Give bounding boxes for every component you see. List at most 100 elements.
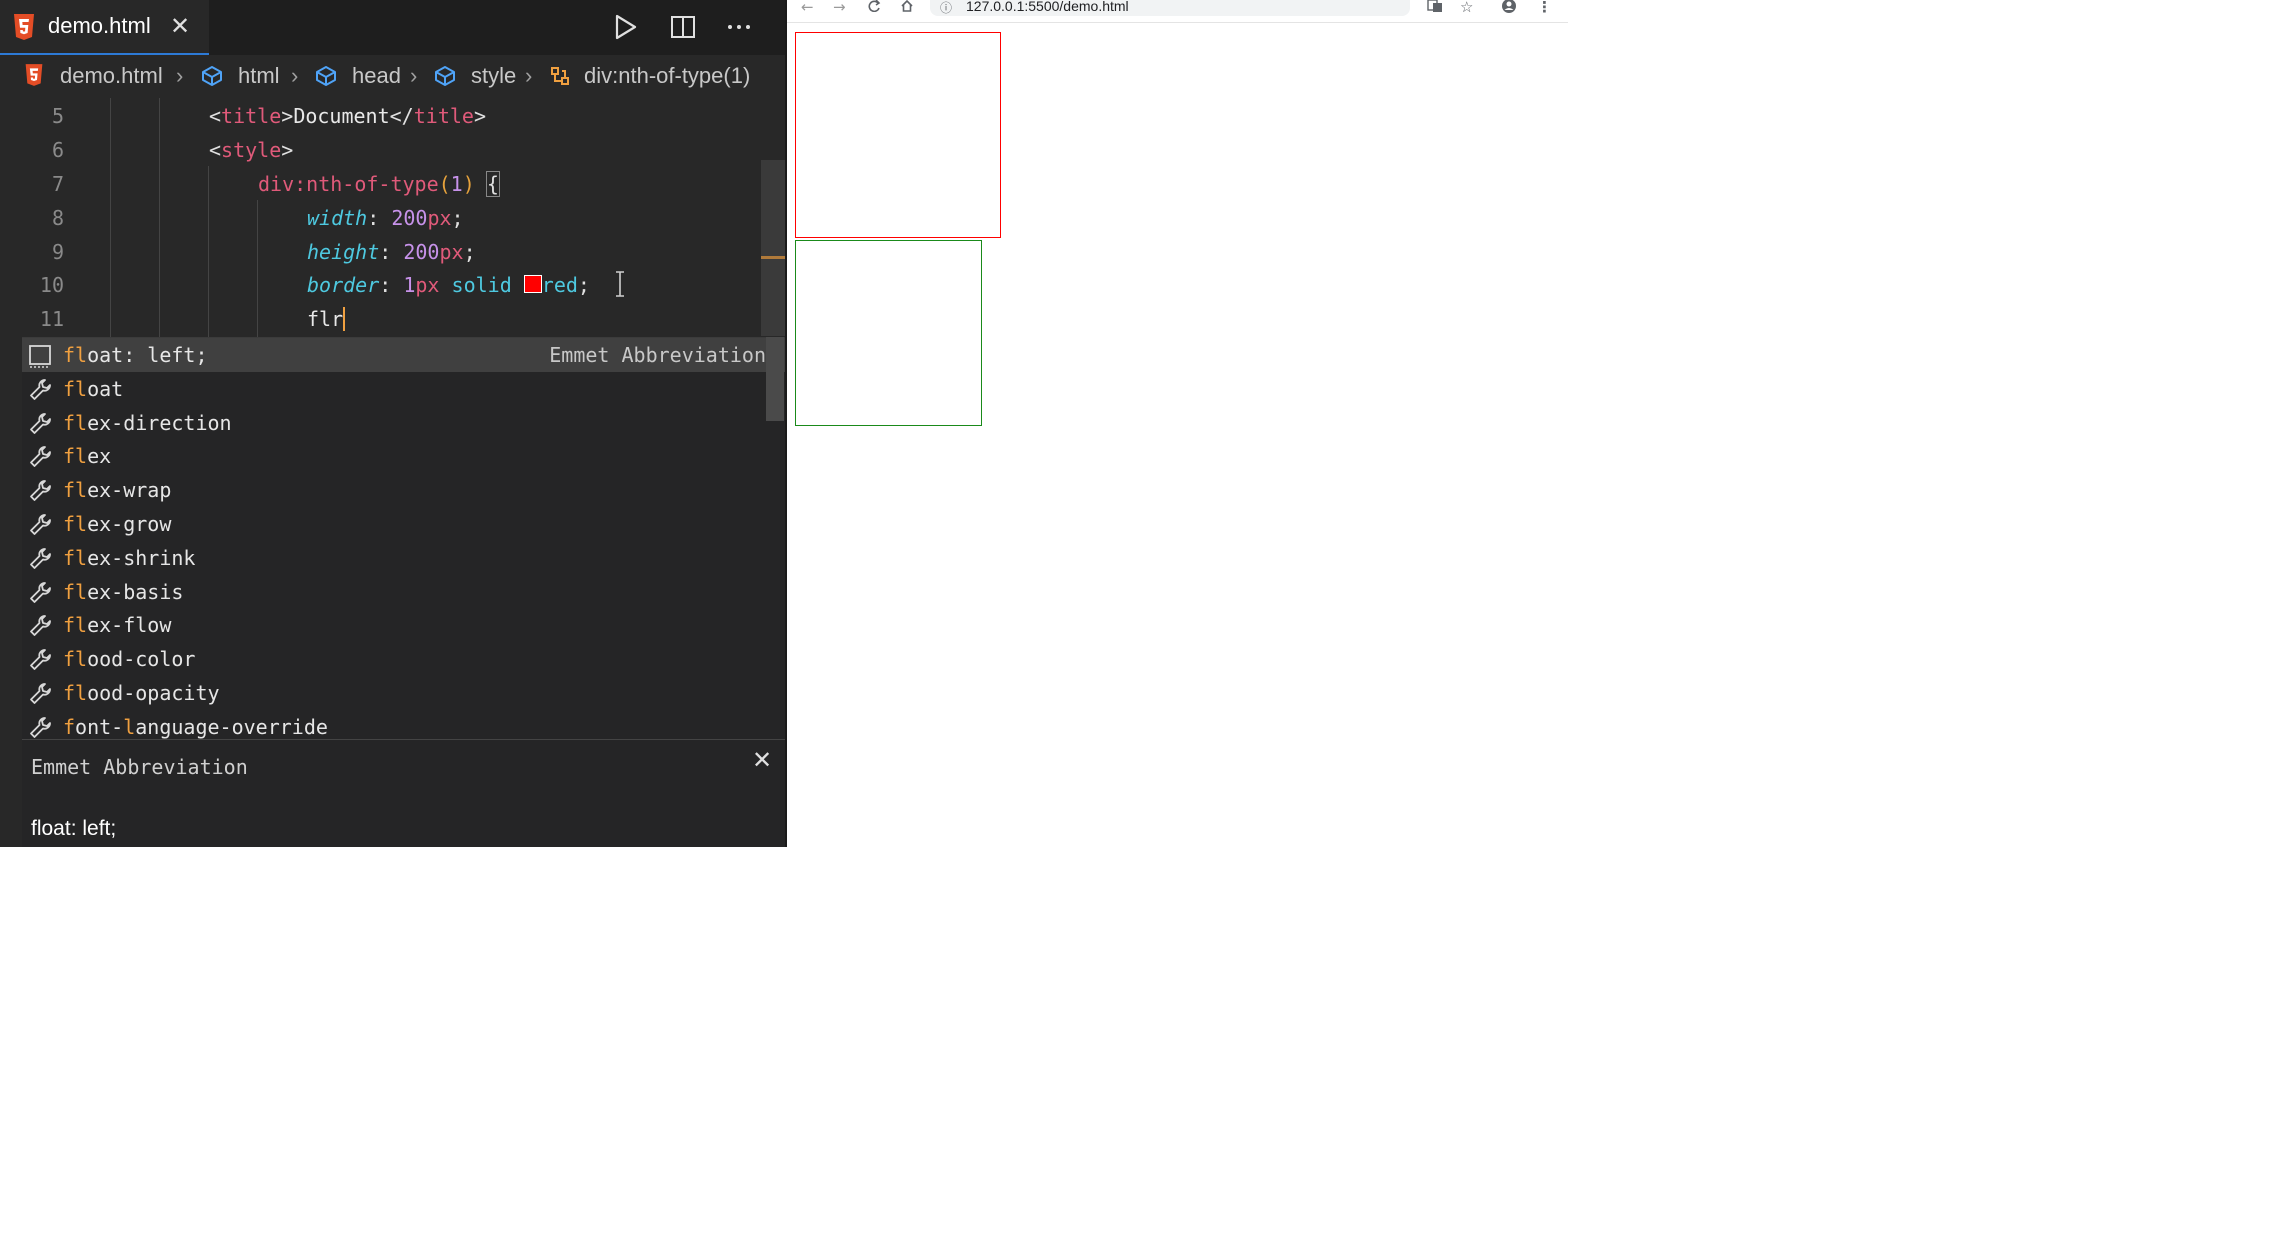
suggestion-detail: Emmet Abbreviation	[549, 343, 766, 367]
code-line-5: <title>Document</title>	[209, 104, 486, 128]
code-token: px	[439, 240, 464, 264]
home-icon[interactable]	[900, 0, 914, 12]
suggestion-label: flood-color	[63, 647, 196, 672]
close-details-icon[interactable]: ✕	[752, 746, 772, 774]
code-token: 1	[450, 172, 463, 196]
code-token: div:nth-of-type	[258, 172, 439, 196]
suggestion-item[interactable]: flex-wrap	[22, 473, 786, 507]
rendered-div-green	[795, 240, 982, 426]
suggestion-label: flex-grow	[63, 512, 172, 536]
code-area[interactable]: 5 6 7 8 9 10 11 <title>Document</title> …	[0, 98, 786, 338]
code-token: 1	[403, 273, 416, 297]
code-token: solid	[451, 273, 512, 297]
code-token: )	[462, 172, 475, 196]
code-line-9: height: 200px;	[307, 240, 476, 264]
profile-avatar-icon[interactable]	[1501, 0, 1517, 14]
breadcrumb-html[interactable]: html	[238, 63, 280, 89]
code-token: 200	[391, 206, 428, 230]
details-body: float: left;	[31, 817, 117, 840]
forward-icon[interactable]: →	[833, 0, 846, 15]
tab-demo-html[interactable]: demo.html ✕	[0, 0, 209, 55]
code-token: 200	[403, 240, 440, 264]
close-tab-icon[interactable]: ✕	[170, 14, 190, 38]
split-editor-icon[interactable]	[668, 12, 698, 42]
code-token: (	[438, 172, 451, 196]
code-token: red	[541, 273, 578, 297]
code-token: ;	[577, 273, 590, 297]
breadcrumb-selector[interactable]: div:nth-of-type(1)	[584, 63, 750, 89]
translate-icon[interactable]	[1427, 0, 1443, 12]
breadcrumb-file[interactable]: demo.html	[60, 63, 163, 89]
indent-guide	[110, 98, 111, 338]
suggestion-item[interactable]: flex-grow	[22, 507, 786, 541]
code-line-7: div:nth-of-type(1) {	[258, 171, 500, 197]
suggestion-label: flex	[63, 444, 112, 469]
suggestion-item[interactable]: flex-flow	[22, 608, 786, 642]
browser-menu-icon[interactable]: ⋮	[1537, 0, 1552, 15]
wrench-icon	[28, 512, 54, 543]
line-number: 11	[39, 307, 64, 331]
bracket-match: {	[485, 171, 500, 197]
suggestion-label: flex-shrink	[63, 545, 196, 570]
suggestion-item[interactable]: flex	[22, 439, 786, 473]
code-token: >	[473, 104, 486, 128]
browser-window: ← → ⓘ 127.0.0.1:5500/demo.html ☆ ⋮	[787, 0, 1568, 847]
bookmark-star-icon[interactable]: ☆	[1460, 0, 1473, 15]
code-line-10: border: 1px solid red;	[307, 273, 590, 297]
suggestion-item[interactable]: flex-basis	[22, 575, 786, 609]
editor-scrollbar[interactable]	[761, 160, 786, 336]
tab-bar: demo.html ✕	[0, 0, 786, 55]
wrench-icon	[28, 580, 54, 611]
wrench-icon	[28, 647, 54, 678]
indent-guide	[257, 200, 258, 338]
wrench-icon	[28, 377, 54, 408]
code-token: >	[281, 104, 294, 128]
suggestion-item[interactable]: flex-direction	[22, 406, 786, 440]
code-token: :	[367, 206, 392, 230]
suggest-scrollbar[interactable]	[766, 337, 784, 421]
rendered-div-red	[795, 32, 1001, 238]
line-number: 9	[51, 240, 64, 264]
code-token: :	[379, 273, 404, 297]
line-number: 7	[51, 172, 64, 196]
address-bar[interactable]: ⓘ 127.0.0.1:5500/demo.html	[930, 0, 1410, 16]
suggestion-label: font-language-override	[63, 714, 328, 739]
reload-icon[interactable]	[867, 0, 881, 12]
suggestion-label: flex-wrap	[63, 478, 172, 503]
run-icon[interactable]	[610, 12, 640, 42]
text-cursor-icon	[616, 271, 624, 297]
symbol-element-icon	[435, 66, 455, 86]
symbol-selector-icon	[551, 67, 569, 85]
suggestion-label: flex-basis	[63, 579, 184, 604]
suggestion-item[interactable]: flex-shrink	[22, 541, 786, 575]
suggestion-item[interactable]: float: left; Emmet Abbreviation	[22, 338, 786, 372]
line-number: 10	[39, 273, 64, 297]
code-token: flr	[307, 307, 344, 331]
code-editor: demo.html ✕ demo.html › html › head › st…	[0, 0, 786, 847]
suggestion-item[interactable]: flood-opacity	[22, 676, 786, 710]
code-token: title	[413, 104, 474, 128]
code-line-8: width: 200px;	[307, 206, 464, 230]
suggest-widget: float: left; Emmet Abbreviation float flex-…	[22, 337, 786, 740]
code-token: px	[427, 206, 452, 230]
symbol-element-icon	[202, 66, 222, 86]
breadcrumb-style[interactable]: style	[471, 63, 516, 89]
more-actions-icon[interactable]	[724, 12, 754, 42]
code-line-11: flr	[307, 307, 346, 331]
caret	[343, 307, 346, 331]
code-token: <	[209, 138, 222, 162]
code-token: ;	[451, 206, 464, 230]
color-swatch[interactable]	[523, 275, 542, 293]
breadcrumb-head[interactable]: head	[352, 63, 401, 89]
suggestion-label: float: left;	[63, 343, 208, 367]
suggestion-item[interactable]: float	[22, 372, 786, 406]
chevron-right-icon: ›	[291, 63, 299, 88]
symbol-element-icon	[316, 66, 336, 86]
browser-toolbar: ← → ⓘ 127.0.0.1:5500/demo.html ☆ ⋮	[787, 0, 1568, 23]
scrollbar-marker	[761, 256, 786, 259]
suggestion-item[interactable]: flood-color	[22, 642, 786, 676]
code-token: height	[307, 240, 380, 264]
code-token: title	[221, 104, 282, 128]
back-icon[interactable]: ←	[801, 0, 814, 15]
site-info-icon[interactable]: ⓘ	[940, 0, 952, 16]
